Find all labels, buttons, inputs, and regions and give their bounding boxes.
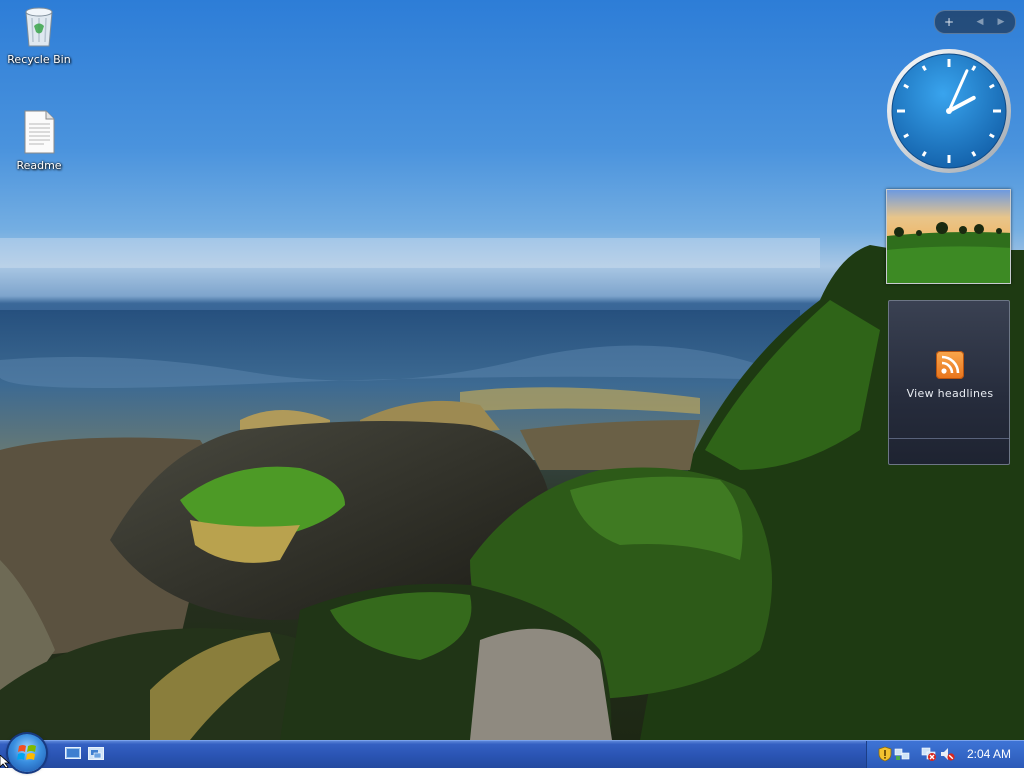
show-desktop-icon[interactable]: [65, 747, 81, 761]
clock-gadget[interactable]: [886, 48, 1012, 174]
mouse-cursor: [0, 755, 11, 768]
windows-logo-icon: [17, 745, 36, 760]
start-button[interactable]: [8, 734, 46, 772]
feeds-divider: [889, 438, 1009, 439]
slideshow-landscape-image: [887, 190, 1010, 283]
security-shield-icon[interactable]: [877, 746, 893, 762]
next-page-button[interactable]: ▶: [990, 11, 1012, 33]
feed-headlines-gadget[interactable]: View headlines: [888, 300, 1010, 465]
network-disconnected-icon[interactable]: [921, 746, 937, 762]
desktop-icon-readme[interactable]: Readme: [1, 110, 77, 172]
desktop-wallpaper[interactable]: [0, 0, 1024, 740]
switch-windows-icon[interactable]: [88, 747, 104, 761]
view-headlines-link[interactable]: View headlines: [889, 387, 1011, 400]
desktop-icon-label: Recycle Bin: [7, 53, 71, 66]
recycle-bin-icon: [25, 7, 53, 47]
sidebar-controls: + ◀ ▶: [934, 10, 1016, 34]
taskbar-clock[interactable]: 2:04 AM: [967, 747, 1011, 761]
volume-muted-icon[interactable]: [939, 746, 955, 762]
previous-page-button[interactable]: ◀: [969, 11, 991, 33]
desktop-icon-recycle-bin[interactable]: Recycle Bin: [1, 4, 77, 66]
rss-icon: [936, 351, 964, 379]
text-document-icon: [24, 110, 55, 154]
desktop-icon-label: Readme: [16, 159, 62, 172]
network-icon[interactable]: [894, 746, 910, 762]
taskbar: 2:04 AM: [0, 734, 1024, 772]
clock-face: [887, 49, 1011, 173]
notification-area: 2:04 AM: [866, 741, 1024, 768]
wallpaper-image: [0, 238, 1024, 740]
slideshow-gadget[interactable]: [886, 189, 1011, 284]
add-gadget-button[interactable]: +: [938, 11, 960, 33]
